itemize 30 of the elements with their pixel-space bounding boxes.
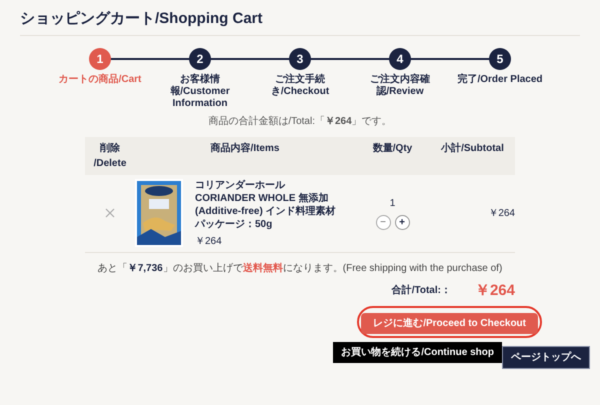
step-number: 1 [89,48,111,70]
step-number: 2 [189,48,211,70]
product-price: ￥264 [195,234,223,248]
free-shipping-note: あと「￥7,736」のお買い上げで送料無料になります。(Free shipping with the purchase of) [98,262,502,276]
product-name: コリアンダーホール CORIANDER WHOLE 無添加(Additive-free) インド料理素材 [195,178,337,218]
step-label: お客様情報/Customer Information [169,74,231,110]
total-summary: 商品の合計金額は/Total:「￥264」です。 [208,114,392,128]
total-amount: ￥264 [474,280,515,300]
step-label: ご注文内容確認/Review [369,74,431,98]
step-number: 5 [489,48,511,70]
continue-shopping-button[interactable]: お買い物を続ける/Continue shop [333,342,502,363]
subtotal-value: ￥264 [488,206,515,220]
column-header: 小計/Subtotal [440,142,505,156]
package-size: パッケージ：50g [195,218,274,230]
page-title: ショッピングカート/Shopping Cart [20,9,264,29]
step-label: 完了/Order Placed [456,74,544,86]
step-label: ご注文手続き/Checkout [270,74,330,98]
column-header: 削除 /Delete [92,142,128,170]
total-label: 合計/Total:： [392,284,451,298]
step-number: 3 [289,48,311,70]
increase-button[interactable]: + [394,215,410,230]
step-label: カートの商品/Cart [58,74,142,86]
page-top-button[interactable]: ページトップへ [502,346,590,369]
column-header: 数量/Qty [372,142,414,156]
checkout-button[interactable]: レジに進む/Proceed to Checkout [361,313,538,334]
quantity-value: 1 [390,197,396,211]
decrease-button[interactable]: − [376,215,390,230]
step-number: 4 [389,48,411,70]
column-header: 商品内容/Items [210,141,280,156]
close-icon [105,208,115,218]
